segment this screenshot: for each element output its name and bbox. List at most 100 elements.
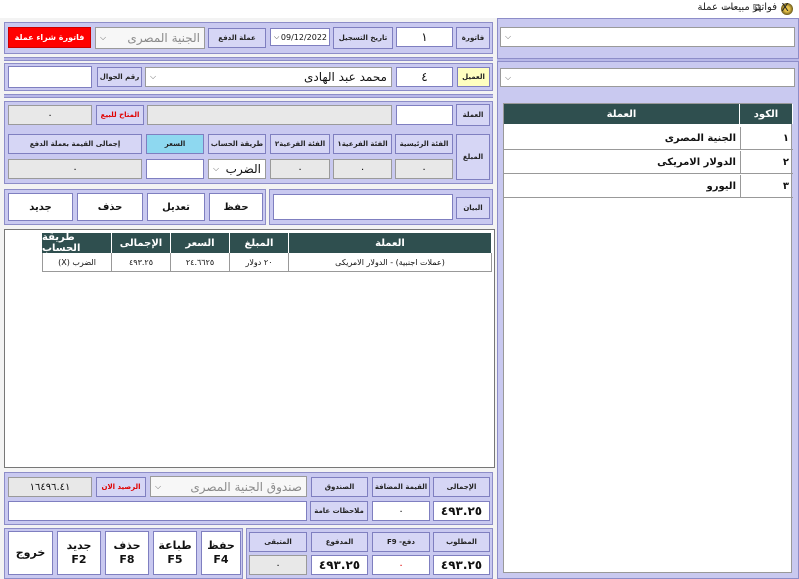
remaining-label: المتبقى bbox=[249, 532, 307, 552]
restore-button[interactable]: ⧉ bbox=[750, 1, 764, 15]
list-item-code[interactable]: ١ bbox=[740, 127, 793, 150]
print-invoice-key: F5 bbox=[167, 553, 183, 566]
calc-method-combo[interactable]: الضرب ⌵ bbox=[208, 159, 266, 179]
invoice-number-field[interactable]: ١ bbox=[396, 27, 453, 47]
sub-unit-2-label: الفئة الفرعية٢ bbox=[270, 134, 330, 154]
separator-2 bbox=[4, 94, 493, 98]
reg-date-field[interactable]: 09/12/2022 ⌵ bbox=[270, 28, 330, 46]
required-label: المطلوب bbox=[433, 532, 490, 552]
pay-f9-label: دفع- F9 bbox=[372, 532, 430, 552]
calc-method-label: طريقة الحساب bbox=[208, 134, 266, 154]
client-code-field[interactable]: ٤ bbox=[396, 67, 453, 87]
list-item-name[interactable]: الجنية المصرى bbox=[504, 127, 740, 150]
total-label: الإجمالى bbox=[433, 477, 490, 497]
date-dropdown-icon[interactable]: ⌵ bbox=[274, 33, 279, 42]
print-invoice-label: طباعة bbox=[158, 539, 192, 552]
right-filter-combo-2[interactable]: ⌵ bbox=[500, 68, 795, 87]
table-cell-amount[interactable]: ٢٠ دولار bbox=[230, 253, 289, 272]
sub-unit-1-field[interactable]: ٠ bbox=[333, 159, 392, 179]
close-button[interactable]: X bbox=[778, 1, 792, 14]
col-header-price[interactable]: السعر bbox=[171, 233, 230, 253]
save-item-button[interactable]: حفظ bbox=[209, 193, 263, 221]
list-item-code[interactable]: ٣ bbox=[740, 175, 793, 198]
reg-date-value: 09/12/2022 bbox=[280, 32, 327, 42]
save-invoice-label: حفظ bbox=[207, 539, 235, 552]
pay-currency-label: عملة الدفع bbox=[208, 28, 266, 48]
sub-unit-2-field[interactable]: ٠ bbox=[270, 159, 330, 179]
available-label: المتاح للبيع bbox=[96, 105, 144, 125]
save-invoice-key: F4 bbox=[213, 553, 229, 566]
currencies-list: الكود العملة ١ الجنية المصرى ٢ الدولار ا… bbox=[503, 103, 793, 573]
total-pay-currency-field: ٠ bbox=[8, 159, 142, 179]
separator-1 bbox=[4, 57, 493, 61]
title-bar: فواتير مبيعات عملة — ⧉ X bbox=[0, 0, 799, 18]
total-field: ٤٩٣.٢٥ bbox=[433, 501, 490, 521]
minimize-button[interactable]: — bbox=[722, 1, 736, 14]
table-cell-price[interactable]: ٢٤.٦٦٢٥ bbox=[171, 253, 230, 272]
notes-field[interactable] bbox=[8, 501, 307, 521]
currency-label: العملة bbox=[456, 104, 490, 126]
new-invoice-key: F2 bbox=[71, 553, 87, 566]
amount-label: المبلغ bbox=[456, 134, 490, 180]
delete-invoice-button[interactable]: حذف F8 bbox=[105, 531, 149, 575]
box-label: الصندوق bbox=[311, 477, 368, 497]
balance-label: الرصيد الان bbox=[96, 477, 146, 497]
balance-field: ١٦٤٩٦.٤١ bbox=[8, 477, 92, 497]
cash-box-value: صندوق الجنية المصرى bbox=[190, 479, 302, 494]
col-header-currency[interactable]: العملة bbox=[504, 104, 740, 124]
sub-unit-1-label: الفئة الفرعية١ bbox=[333, 134, 392, 154]
list-item-name[interactable]: الدولار الامريكى bbox=[504, 151, 740, 174]
buy-invoice-button[interactable]: فاتورة شراء عملة bbox=[8, 27, 91, 48]
mobile-field[interactable] bbox=[8, 66, 92, 88]
delete-invoice-key: F8 bbox=[119, 553, 135, 566]
pay-currency-combo[interactable]: الجنية المصرى ⌵ bbox=[95, 27, 205, 49]
save-invoice-button[interactable]: حفظ F4 bbox=[201, 531, 241, 575]
main-unit-field[interactable]: ٠ bbox=[395, 159, 453, 179]
currency-name-field bbox=[147, 105, 392, 125]
client-name-combo[interactable]: محمد عبد الهادى ⌵ bbox=[145, 67, 392, 87]
required-field: ٤٩٣.٢٥ bbox=[433, 555, 490, 575]
table-cell-currency[interactable]: (عملات اجنبية) - الدولار الامريكى bbox=[289, 253, 492, 272]
main-unit-label: الفئة الرئيسية bbox=[395, 134, 453, 154]
price-field[interactable] bbox=[146, 159, 204, 179]
vat-field[interactable]: ٠ bbox=[372, 501, 430, 521]
total-pay-currency-label: إجمالى القيمة بعملة الدفع bbox=[8, 134, 142, 154]
col-header-currency[interactable]: العملة bbox=[289, 233, 492, 253]
paid-field: ٤٩٣.٢٥ bbox=[311, 555, 368, 575]
cash-box-combo[interactable]: صندوق الجنية المصرى ⌵ bbox=[150, 476, 307, 497]
invoice-label: فاتورة bbox=[456, 27, 490, 49]
statement-field[interactable] bbox=[273, 194, 453, 220]
new-invoice-button[interactable]: جديد F2 bbox=[57, 531, 101, 575]
calc-method-value: الضرب bbox=[225, 162, 261, 176]
table-cell-calc-method[interactable]: الضرب (X) bbox=[42, 253, 112, 272]
edit-item-button[interactable]: تعديل bbox=[147, 193, 205, 221]
list-item-code[interactable]: ٢ bbox=[740, 151, 793, 174]
new-item-button[interactable]: جديد bbox=[8, 193, 73, 221]
col-header-calc-method[interactable]: طريقة الحساب bbox=[42, 232, 112, 254]
right-separator bbox=[497, 58, 799, 62]
available-field: ٠ bbox=[8, 105, 92, 125]
col-header-total[interactable]: الإجمالى bbox=[112, 233, 171, 253]
right-filter-combo-1[interactable]: ⌵ bbox=[500, 27, 795, 47]
reg-date-label: تاريخ التسجيل bbox=[333, 27, 393, 49]
window-title: فواتير مبيعات عملة bbox=[697, 2, 778, 13]
list-item-name[interactable]: اليورو bbox=[504, 175, 740, 198]
mobile-label: رقم الجوال bbox=[97, 67, 142, 87]
notes-label: ملاحظات عامة bbox=[310, 501, 368, 521]
vat-label: القيمة المضافة bbox=[372, 477, 430, 497]
pay-currency-value: الجنية المصرى bbox=[127, 31, 200, 45]
paid-label: المدفوع bbox=[311, 532, 368, 552]
col-header-code[interactable]: الكود bbox=[740, 104, 793, 124]
client-name-value: محمد عبد الهادى bbox=[303, 70, 387, 84]
delete-item-button[interactable]: حذف bbox=[77, 193, 143, 221]
delete-invoice-label: حذف bbox=[113, 539, 141, 552]
statement-label: البيان bbox=[456, 197, 490, 219]
remaining-field: ٠ bbox=[249, 555, 307, 575]
exit-button[interactable]: خروج bbox=[8, 531, 53, 575]
print-invoice-button[interactable]: طباعة F5 bbox=[153, 531, 197, 575]
table-cell-total[interactable]: ٤٩٣.٢٥ bbox=[112, 253, 171, 272]
currency-code-field[interactable] bbox=[396, 105, 453, 125]
pay-field[interactable]: ٠ bbox=[372, 555, 430, 575]
new-invoice-label: جديد bbox=[66, 539, 92, 552]
col-header-amount[interactable]: المبلغ bbox=[230, 233, 289, 253]
